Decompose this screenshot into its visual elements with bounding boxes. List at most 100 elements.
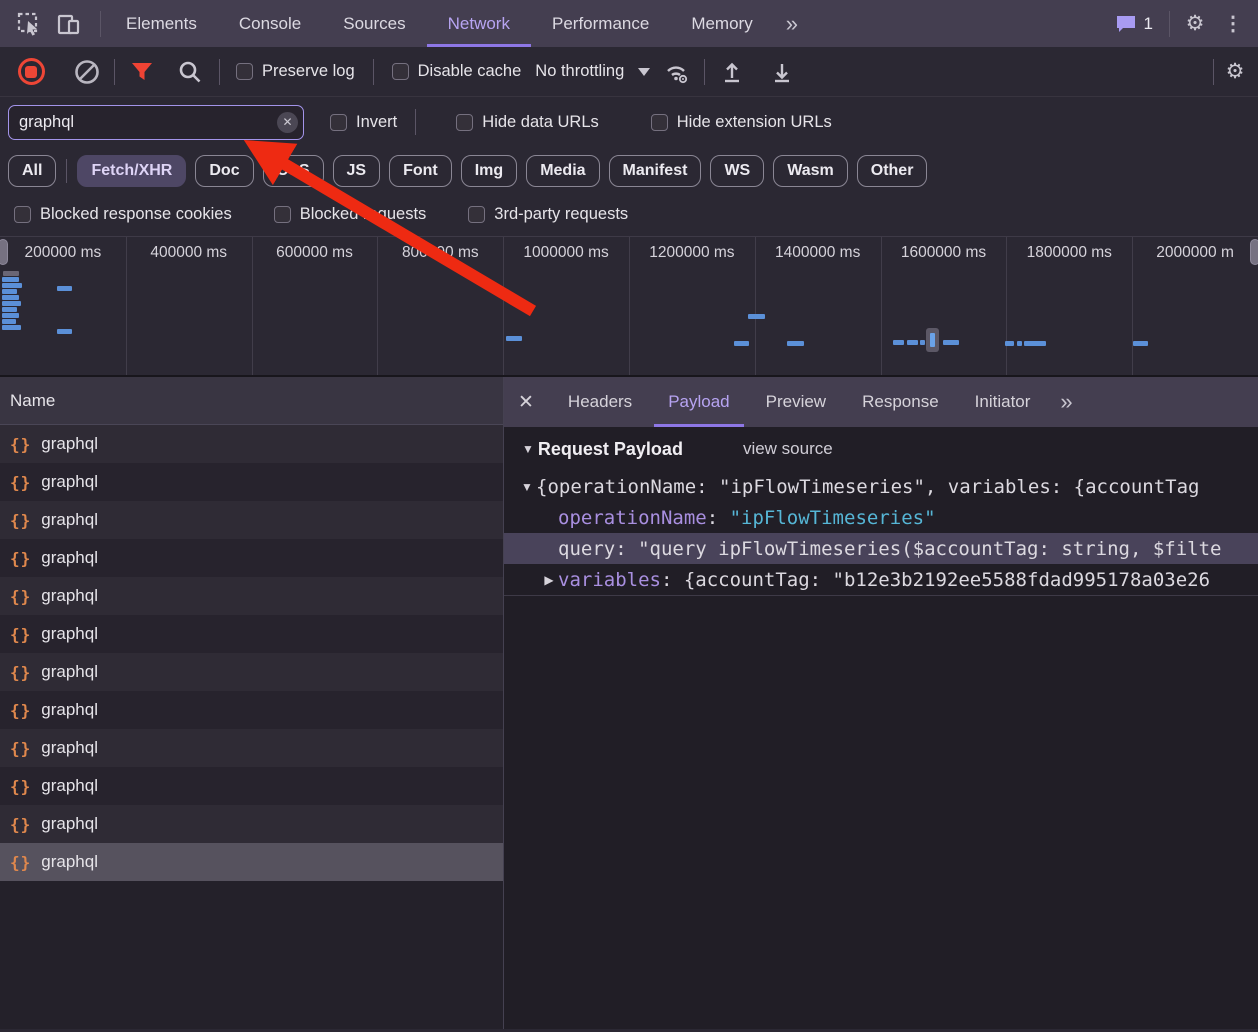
divider	[1169, 11, 1170, 37]
timeline-right-handle[interactable]	[1250, 239, 1258, 265]
payload-tree-row[interactable]: ▼{operationName: "ipFlowTimeseries", var…	[504, 471, 1258, 502]
disclosure-triangle-icon[interactable]: ▶	[540, 573, 558, 587]
close-detail-icon[interactable]: ✕	[504, 377, 550, 427]
view-source-link[interactable]: view source	[743, 439, 833, 459]
settings-gear-icon[interactable]: ⚙	[1178, 7, 1212, 41]
invert-checkbox[interactable]: Invert	[326, 113, 401, 132]
filter-chip-ws[interactable]: WS	[710, 155, 764, 187]
search-icon[interactable]	[173, 55, 207, 89]
filter-chip-font[interactable]: Font	[389, 155, 452, 187]
hide-extension-urls-label: Hide extension URLs	[677, 113, 832, 132]
filter-chip-other[interactable]: Other	[857, 155, 928, 187]
request-row[interactable]: {}graphql	[0, 691, 503, 729]
request-row[interactable]: {}graphql	[0, 805, 503, 843]
filter-chip-js[interactable]: JS	[333, 155, 381, 187]
divider	[219, 59, 220, 85]
json-braces-icon: {}	[10, 853, 31, 872]
more-detail-tabs-icon[interactable]: »	[1048, 377, 1082, 427]
payload-segment: :	[615, 538, 638, 560]
filter-chip-doc[interactable]: Doc	[195, 155, 253, 187]
request-row[interactable]: {}graphql	[0, 425, 503, 463]
disclosure-triangle-icon[interactable]: ▼	[518, 480, 536, 494]
network-toolbar: Preserve log Disable cache No throttling	[0, 47, 1258, 97]
filter-chip-media[interactable]: Media	[526, 155, 599, 187]
export-har-icon[interactable]	[765, 55, 799, 89]
detail-tab-response[interactable]: Response	[844, 377, 957, 427]
more-panels-icon[interactable]: »	[774, 0, 808, 47]
tab-network[interactable]: Network	[427, 0, 531, 47]
filter-chip-img[interactable]: Img	[461, 155, 517, 187]
json-braces-icon: {}	[10, 435, 31, 454]
device-toolbar-icon[interactable]	[52, 7, 86, 41]
tab-console[interactable]: Console	[218, 0, 322, 47]
detail-tab-initiator[interactable]: Initiator	[957, 377, 1049, 427]
request-row[interactable]: {}graphql	[0, 653, 503, 691]
request-row[interactable]: {}graphql	[0, 577, 503, 615]
timeline-request-bar	[907, 340, 918, 345]
3rd-party-requests-checkbox[interactable]: 3rd-party requests	[464, 205, 632, 224]
name-column-header[interactable]: Name	[0, 377, 503, 425]
timeline-request-bar	[748, 314, 765, 319]
hide-extension-urls-checkbox[interactable]: Hide extension URLs	[647, 113, 836, 132]
filter-input[interactable]	[8, 105, 304, 140]
payload-tree-row[interactable]: ▶variables: {accountTag: "b12e3b2192ee55…	[504, 564, 1258, 595]
filter-chip-all[interactable]: All	[8, 155, 56, 187]
payload-segment: "ipFlowTimeseries"	[730, 507, 936, 529]
detail-tab-headers[interactable]: Headers	[550, 377, 650, 427]
filter-chip-manifest[interactable]: Manifest	[609, 155, 702, 187]
timeline-request-bar	[734, 341, 749, 346]
request-name: graphql	[41, 662, 98, 682]
preserve-log-checkbox[interactable]: Preserve log	[232, 62, 359, 81]
clear-network-log-icon[interactable]	[70, 55, 104, 89]
checkbox-box	[274, 206, 291, 223]
request-row[interactable]: {}graphql	[0, 501, 503, 539]
network-conditions-icon[interactable]	[660, 55, 694, 89]
disable-cache-checkbox[interactable]: Disable cache	[388, 62, 526, 81]
kebab-menu-icon[interactable]: ⋮	[1216, 7, 1250, 41]
timeline-left-handle[interactable]	[0, 239, 8, 265]
timeline-request-bar	[2, 319, 16, 324]
blocked-requests-checkbox[interactable]: Blocked requests	[270, 205, 431, 224]
hide-data-urls-checkbox[interactable]: Hide data URLs	[452, 113, 602, 132]
request-payload-title: Request Payload	[538, 439, 683, 460]
filter-chip-css[interactable]: CSS	[263, 155, 324, 187]
json-braces-icon: {}	[10, 587, 31, 606]
timeline-request-bar	[2, 289, 17, 294]
tab-elements[interactable]: Elements	[105, 0, 218, 47]
payload-tree: ▼{operationName: "ipFlowTimeseries", var…	[504, 471, 1258, 596]
overview-timeline[interactable]: 200000 ms400000 ms600000 ms800000 ms1000…	[0, 236, 1258, 377]
payload-segment: {operationName: "ipFlowTimeseries", vari…	[536, 476, 1199, 498]
filter-chip-fetch-xhr[interactable]: Fetch/XHR	[77, 155, 186, 187]
collapse-triangle-icon[interactable]: ▼	[522, 442, 534, 456]
request-row[interactable]: {}graphql	[0, 729, 503, 767]
request-row[interactable]: {}graphql	[0, 767, 503, 805]
issues-counter[interactable]: 1	[1107, 14, 1161, 34]
tab-sources[interactable]: Sources	[322, 0, 426, 47]
checkbox-label: 3rd-party requests	[494, 205, 628, 224]
payload-tree-row[interactable]: operationName: "ipFlowTimeseries"	[504, 502, 1258, 533]
tab-memory[interactable]: Memory	[670, 0, 773, 47]
tab-performance[interactable]: Performance	[531, 0, 670, 47]
request-row[interactable]: {}graphql	[0, 615, 503, 653]
request-row[interactable]: {}graphql	[0, 539, 503, 577]
network-settings-gear-icon[interactable]: ⚙	[1218, 55, 1252, 89]
json-braces-icon: {}	[10, 777, 31, 796]
requests-panel: Name {}graphql{}graphql{}graphql{}graphq…	[0, 377, 504, 1029]
detail-tab-preview[interactable]: Preview	[748, 377, 844, 427]
import-har-icon[interactable]	[715, 55, 749, 89]
filter-funnel-icon[interactable]	[125, 55, 159, 89]
filter-chip-wasm[interactable]: Wasm	[773, 155, 848, 187]
record-network-log-icon[interactable]	[14, 55, 48, 89]
inspect-element-icon[interactable]	[12, 7, 46, 41]
payload-tree-row[interactable]: query: "query ipFlowTimeseries($accountT…	[504, 533, 1258, 564]
clear-filter-icon[interactable]: ✕	[277, 112, 298, 133]
timeline-tick-label: 1600000 ms	[881, 244, 1007, 262]
timeline-tick-label: 200000 ms	[0, 244, 126, 262]
throttling-select[interactable]: No throttling	[525, 62, 660, 81]
request-name: graphql	[41, 548, 98, 568]
request-row[interactable]: {}graphql	[0, 463, 503, 501]
request-row[interactable]: {}graphql	[0, 843, 503, 881]
request-detail-panel: ✕ HeadersPayloadPreviewResponseInitiator…	[504, 377, 1258, 1029]
blocked-response-cookies-checkbox[interactable]: Blocked response cookies	[10, 205, 236, 224]
detail-tab-payload[interactable]: Payload	[650, 377, 747, 427]
